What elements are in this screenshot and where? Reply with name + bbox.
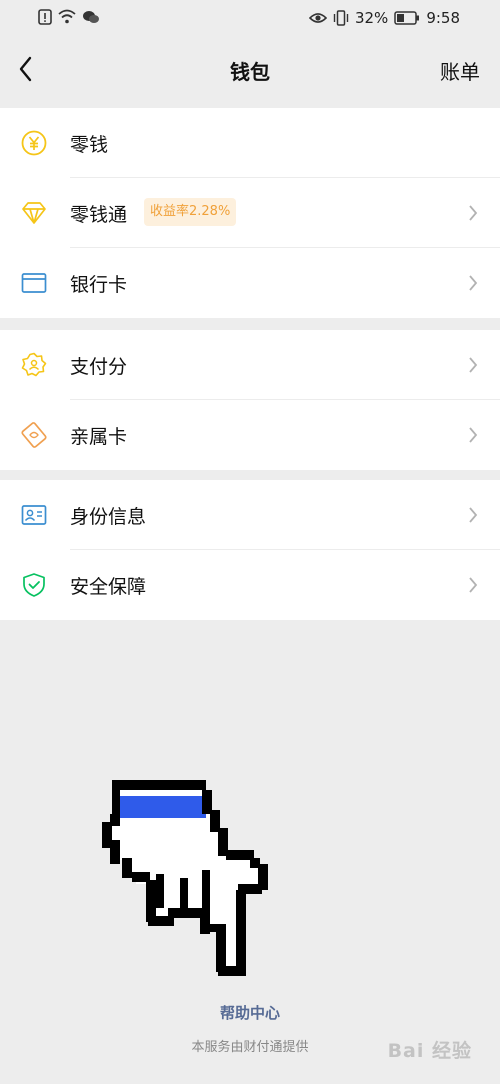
yuan-icon [21, 130, 47, 156]
wechat-icon [83, 11, 99, 23]
list-item-change[interactable]: 零钱 [0, 108, 500, 178]
list-item-security[interactable]: 安全保障 [0, 550, 500, 620]
status-left [38, 9, 100, 25]
list-item-label: 身份信息 [70, 506, 147, 528]
nav-bar: 钱包 账单 [0, 38, 500, 104]
wallet-group-security: 身份信息 安全保障 [0, 480, 500, 620]
list-item-bank-card[interactable]: 银行卡 [0, 248, 500, 318]
alert-icon [38, 9, 52, 25]
help-center-link[interactable]: 帮助中心 [0, 1002, 500, 1023]
shield-icon [23, 573, 45, 597]
battery-percent: 32% [354, 9, 389, 27]
list-item-family-card[interactable]: 亲属卡 [0, 400, 500, 470]
list-item-label: 零钱通 [70, 204, 128, 226]
wallet-group-credit: 支付分 亲属卡 [0, 330, 500, 470]
chevron-right-icon [469, 507, 478, 523]
list-item-lingqiantong[interactable]: 零钱通 收益率2.28% [0, 178, 500, 248]
bill-link[interactable]: 账单 [440, 56, 480, 85]
battery-icon [394, 11, 420, 25]
status-bar: 32% 9:58 [0, 0, 500, 38]
list-item-label: 安全保障 [70, 576, 147, 598]
vibrate-icon [333, 10, 349, 26]
list-item-label: 亲属卡 [70, 426, 128, 448]
chevron-right-icon [469, 275, 478, 291]
chevron-right-icon [469, 205, 478, 221]
diamond-icon [22, 202, 46, 224]
id-card-icon [21, 505, 47, 525]
pay-score-icon [21, 352, 47, 377]
list-item-pay-score[interactable]: 支付分 [0, 330, 500, 400]
page-title: 钱包 [230, 60, 270, 84]
status-time: 9:58 [426, 9, 460, 27]
pointing-hand-icon [102, 780, 268, 976]
status-right: 32% 9:58 [308, 9, 460, 27]
chevron-right-icon [469, 427, 478, 443]
card-icon [21, 273, 47, 293]
wifi-icon [58, 9, 76, 24]
list-item-label: 银行卡 [70, 274, 128, 296]
chevron-right-icon [469, 577, 478, 593]
list-item-identity[interactable]: 身份信息 [0, 480, 500, 550]
eye-icon [308, 13, 327, 23]
chevron-right-icon [469, 357, 478, 373]
family-card-icon [21, 422, 47, 448]
yield-rate-badge: 收益率2.28% [144, 198, 237, 226]
list-item-label: 零钱 [70, 134, 109, 156]
watermark: Bai 经验 [387, 1040, 472, 1062]
list-item-label: 支付分 [70, 356, 128, 378]
wallet-group-balance: 零钱 零钱通 收益率2.28% 银行卡 [0, 108, 500, 318]
